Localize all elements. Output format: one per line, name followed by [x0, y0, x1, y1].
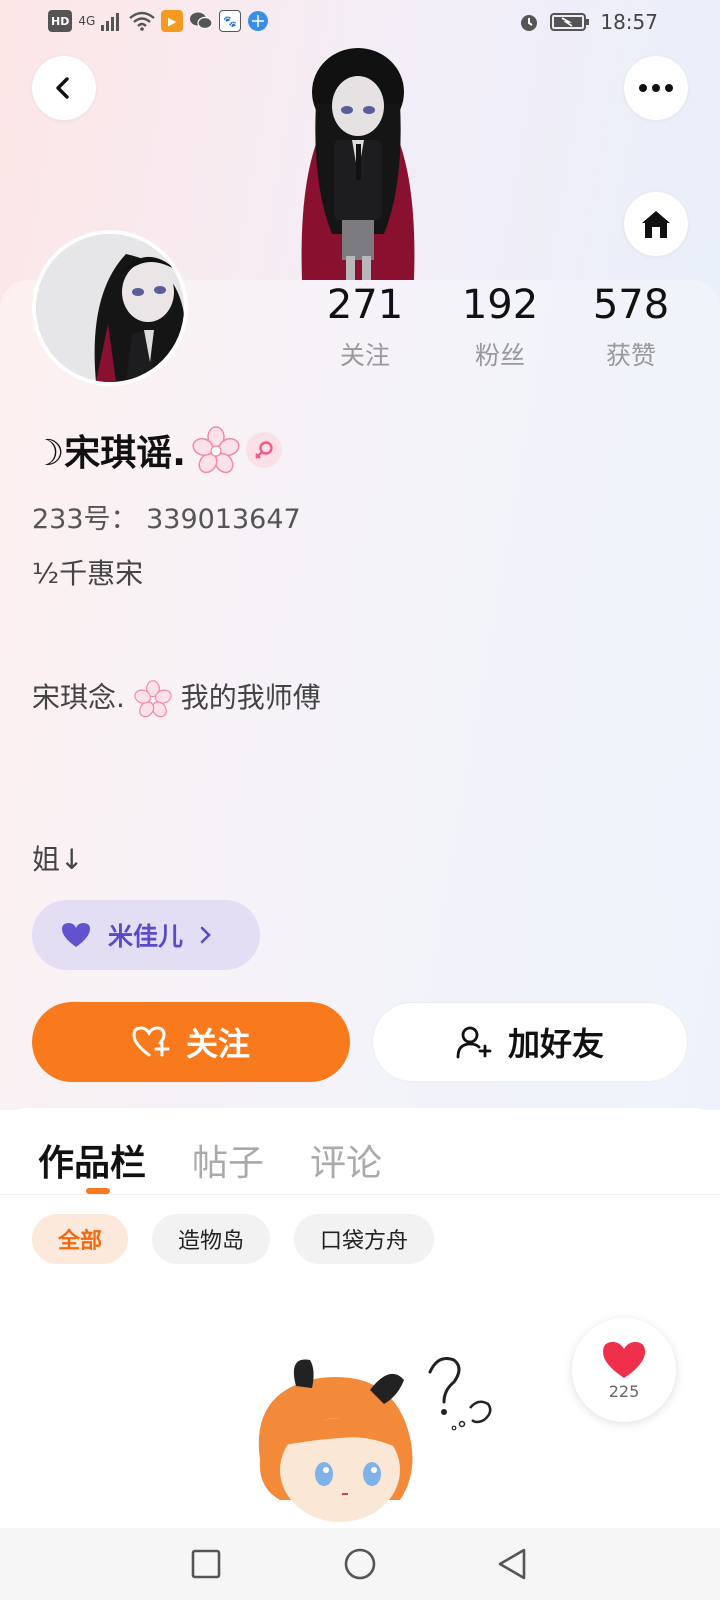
stat-likes[interactable]: 578 获赞 [566, 282, 696, 372]
wifi-icon [129, 11, 156, 31]
home-icon [642, 211, 670, 238]
tab-works[interactable]: 作品栏 [38, 1134, 146, 1186]
back-button[interactable] [32, 56, 96, 120]
add-friend-button-label: 加好友 [507, 1025, 604, 1063]
paw-icon: 🐾 [219, 10, 242, 32]
tab-posts[interactable]: 帖子 [192, 1134, 264, 1186]
tab-divider [0, 1194, 720, 1195]
relationship-tag-label: 米佳儿 [108, 922, 184, 951]
tab-bar: 作品栏 帖子 评论 [38, 1134, 382, 1186]
name-row: ☽宋琪谣. [32, 424, 282, 476]
back-nav-button[interactable] [494, 1546, 530, 1582]
empty-state-illustration [258, 1357, 492, 1522]
system-nav-bar [0, 1528, 720, 1600]
followers-count: 192 [461, 282, 539, 328]
filter-creation-island[interactable]: 造物岛 [152, 1214, 271, 1264]
hd-icon: HD [48, 10, 73, 32]
following-count: 271 [326, 282, 404, 328]
relationship-tag[interactable]: 米佳儿 [32, 900, 260, 970]
bio-line-2: 宋琪念. 我的我师傅 [32, 676, 321, 718]
chevron-left-icon [56, 77, 69, 99]
female-icon [245, 432, 282, 468]
square-icon [191, 1549, 221, 1579]
bio-line-2-suffix: 我的我师傅 [180, 681, 321, 714]
like-floating-button[interactable]: 225 [572, 1318, 676, 1422]
wechat-icon [190, 12, 213, 30]
clock: 18:57 [600, 10, 658, 34]
tab-comments[interactable]: 评论 [310, 1134, 382, 1186]
bio-line-3: 姐↓ [32, 843, 84, 876]
likes-count: 578 [592, 282, 670, 328]
stat-followers[interactable]: 192 粉丝 [435, 282, 565, 372]
bio-line-2-text: 宋琪念. [32, 681, 125, 714]
more-dots-icon [639, 84, 673, 92]
browser-icon [248, 11, 269, 31]
add-friend-icon [456, 1026, 492, 1059]
followers-label: 粉丝 [474, 341, 525, 370]
chevron-right-icon [200, 926, 211, 944]
stats-row: 271 关注 192 粉丝 578 获赞 [300, 282, 700, 382]
sakura-icon [192, 426, 240, 474]
bio-line-1: ½千惠宋 [32, 557, 144, 590]
add-friend-button[interactable]: 加好友 [372, 1002, 688, 1082]
signal-icon [101, 13, 120, 31]
more-button[interactable] [624, 56, 688, 120]
filter-pocket-ark[interactable]: 口袋方舟 [294, 1214, 435, 1264]
circle-icon [344, 1548, 376, 1580]
heart-plus-icon [132, 1026, 170, 1057]
like-count: 225 [608, 1381, 640, 1401]
avatar[interactable] [32, 230, 188, 386]
signal-label: 4G [78, 14, 96, 28]
alarm-icon [521, 15, 538, 31]
character-banner-image [301, 48, 415, 280]
triangle-back-icon [498, 1548, 526, 1580]
battery-icon [550, 13, 590, 31]
follow-button[interactable]: 关注 [32, 1002, 350, 1082]
likes-label: 获赞 [605, 341, 656, 370]
status-bar: HD 4G ▶ 🐾 18:57 [0, 0, 720, 44]
home-nav-button[interactable] [342, 1546, 378, 1582]
heart-icon [62, 923, 90, 947]
filter-all[interactable]: 全部 [32, 1214, 129, 1264]
stat-following[interactable]: 271 关注 [300, 282, 430, 372]
home-button[interactable] [624, 192, 688, 256]
recents-button[interactable] [188, 1546, 224, 1582]
filter-chips: 全部 造物岛 口袋方舟 [32, 1214, 435, 1264]
profile-name: ☽宋琪谣. [32, 433, 186, 474]
following-label: 关注 [339, 341, 390, 370]
avatar-image [36, 234, 184, 382]
follow-button-label: 关注 [185, 1025, 250, 1063]
app-notification-icon: ▶ [161, 10, 184, 32]
user-id: 233号： 339013647 [32, 504, 301, 535]
sakura-icon [134, 680, 172, 718]
heart-icon [603, 1341, 645, 1378]
